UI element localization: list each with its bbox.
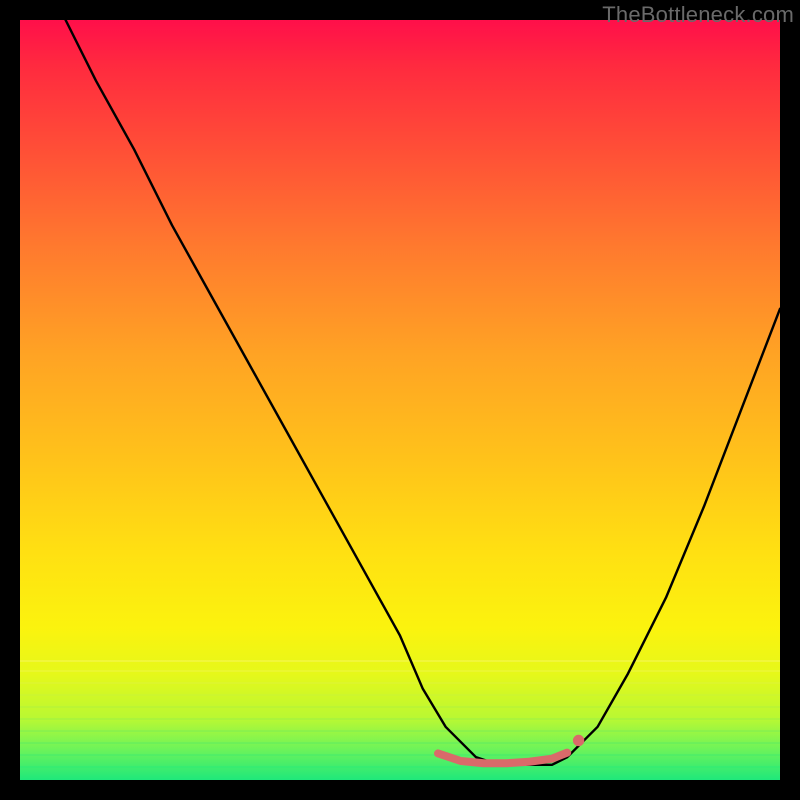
plot-area <box>20 20 780 780</box>
chart-stage: TheBottleneck.com <box>0 0 800 800</box>
highlight-flat-segment <box>438 753 567 764</box>
curve-layer <box>20 20 780 780</box>
attribution-label: TheBottleneck.com <box>602 2 794 28</box>
bottleneck-curve <box>66 20 780 765</box>
highlight-end-dot <box>573 735 584 746</box>
